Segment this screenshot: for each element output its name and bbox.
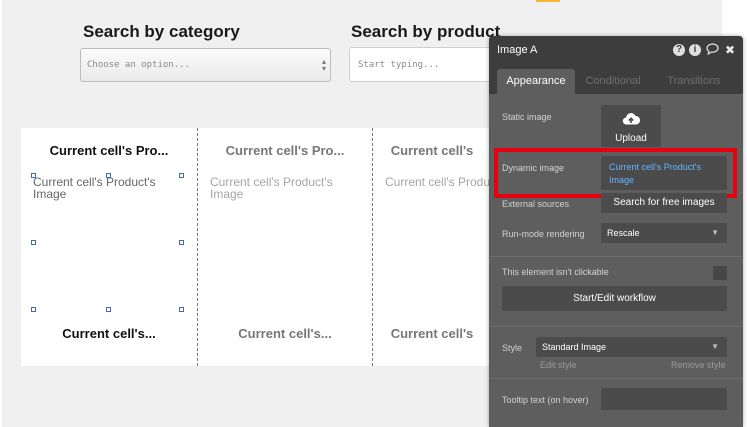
cell-bottom-text: Current cell's... bbox=[238, 326, 332, 341]
external-sources-label: External sources bbox=[502, 199, 570, 209]
repeating-group[interactable]: Current cell's Pro... Current cell's Pro… bbox=[21, 128, 491, 366]
search-category-title: Search by category bbox=[83, 22, 240, 41]
cell-bottom-text: Current cell's... bbox=[62, 326, 156, 341]
resize-handle[interactable] bbox=[106, 307, 111, 312]
style-select[interactable]: Standard Image ▼ bbox=[536, 337, 727, 357]
category-dropdown-placeholder: Choose an option... bbox=[87, 60, 190, 70]
resize-handle[interactable] bbox=[106, 173, 111, 178]
product-search-input[interactable] bbox=[350, 48, 493, 81]
tab-appearance[interactable]: Appearance bbox=[497, 69, 575, 94]
panel-title: Image A bbox=[497, 44, 538, 56]
red-highlight-box bbox=[494, 148, 737, 198]
cell-title: Current cell's bbox=[390, 143, 474, 158]
resize-handle[interactable] bbox=[31, 173, 36, 178]
repeating-group-cell[interactable]: Current cell's Pro... Current cell's Pro… bbox=[197, 128, 372, 366]
divider bbox=[489, 378, 743, 379]
cell-image[interactable]: Current cell's Product's Image bbox=[33, 176, 183, 200]
panel-header-icons: ? i ✖ bbox=[673, 43, 737, 57]
updown-arrows-icon: ▴ ▾ bbox=[321, 57, 326, 73]
tooltip-label: Tooltip text (on hover) bbox=[502, 395, 589, 405]
resize-handle[interactable] bbox=[179, 307, 184, 312]
tab-conditional[interactable]: Conditional bbox=[579, 69, 647, 94]
caret-down-icon: ▼ bbox=[711, 342, 719, 351]
panel-header[interactable]: Image A ? i ✖ bbox=[489, 36, 743, 64]
resize-handle[interactable] bbox=[31, 240, 36, 245]
resize-handle[interactable] bbox=[179, 240, 184, 245]
product-search-input-box[interactable] bbox=[349, 47, 494, 82]
divider bbox=[489, 256, 743, 257]
static-image-label: Static image bbox=[502, 112, 552, 122]
resize-handle[interactable] bbox=[179, 173, 184, 178]
repeating-group-cell[interactable]: Current cell's Pro... Current cell's Pro… bbox=[21, 128, 197, 366]
help-icon[interactable]: ? bbox=[673, 44, 685, 56]
style-label: Style bbox=[502, 343, 523, 353]
start-edit-workflow-button[interactable]: Start/Edit workflow bbox=[502, 286, 727, 311]
category-dropdown[interactable]: Choose an option... ▴ ▾ bbox=[80, 48, 331, 82]
divider bbox=[489, 326, 743, 327]
not-clickable-checkbox[interactable] bbox=[713, 266, 727, 280]
search-product-title: Search by product bbox=[351, 22, 501, 41]
edit-style-link[interactable]: Edit style bbox=[540, 360, 577, 370]
panel-tabs: Appearance Conditional Transitions bbox=[489, 64, 743, 94]
cell-image: Current cell's Product's Image bbox=[210, 175, 333, 201]
cell-title: Current cell's Pro... bbox=[49, 143, 169, 158]
run-mode-value: Rescale bbox=[607, 228, 640, 238]
upload-button[interactable]: Upload bbox=[601, 105, 661, 147]
cell-bottom-text: Current cell's bbox=[390, 326, 474, 341]
info-icon[interactable]: i bbox=[689, 44, 701, 56]
cell-title: Current cell's Pro... bbox=[225, 143, 345, 158]
close-icon[interactable]: ✖ bbox=[723, 43, 737, 57]
property-editor-panel[interactable]: Image A ? i ✖ Appearance Conditional Tra… bbox=[489, 36, 743, 427]
not-clickable-label: This element isn't clickable bbox=[502, 267, 609, 277]
style-value: Standard Image bbox=[542, 342, 607, 352]
upload-label: Upload bbox=[615, 133, 647, 144]
cloud-upload-icon bbox=[622, 113, 640, 125]
remove-style-link[interactable]: Remove style bbox=[671, 360, 726, 370]
search-free-images-button[interactable]: Search for free images bbox=[601, 193, 727, 213]
run-mode-select[interactable]: Rescale ▼ bbox=[601, 223, 727, 243]
tab-transitions[interactable]: Transitions bbox=[657, 69, 731, 94]
resize-handle[interactable] bbox=[31, 307, 36, 312]
comment-icon[interactable] bbox=[705, 43, 719, 57]
caret-down-icon: ▼ bbox=[711, 228, 719, 237]
tooltip-text-input[interactable] bbox=[601, 388, 727, 410]
run-mode-label: Run-mode rendering bbox=[502, 229, 585, 239]
repeating-group-cell[interactable]: Current cell's Current cell's Produ Curr… bbox=[372, 128, 491, 366]
top-accent-mark bbox=[536, 0, 560, 2]
